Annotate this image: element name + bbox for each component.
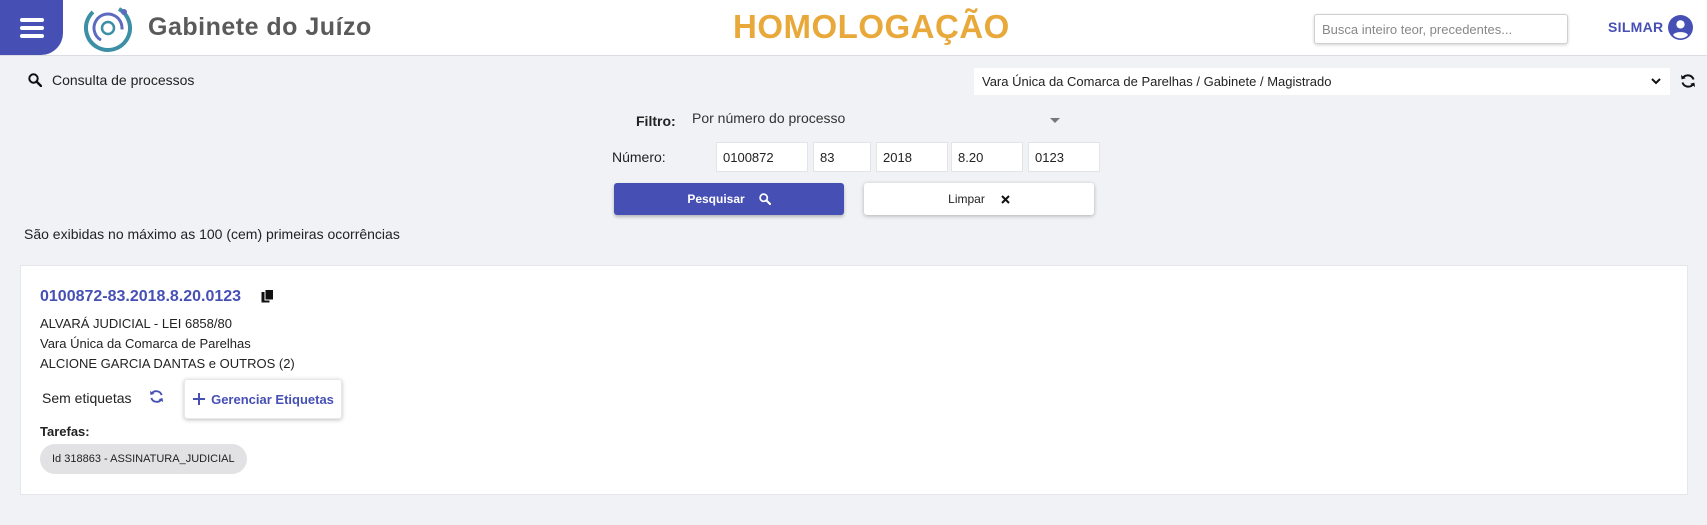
results-limit-note: São exibidas no máximo as 100 (cem) prim…	[24, 226, 400, 242]
manage-tags-label: Gerenciar Etiquetas	[211, 391, 334, 407]
number-sequential-input[interactable]	[716, 142, 808, 172]
consulta-header: Consulta de processos	[28, 72, 194, 88]
copy-icon[interactable]	[261, 289, 274, 303]
filter-select-value: Por número do processo	[692, 110, 846, 126]
number-digit-input[interactable]	[813, 142, 871, 172]
consulta-label: Consulta de processos	[52, 72, 195, 88]
process-parties: ALCIONE GARCIA DANTAS e OUTROS (2)	[40, 356, 295, 371]
app-title: Gabinete do Juízo	[148, 13, 372, 41]
process-number-link[interactable]: 0100872-83.2018.8.20.0123	[40, 288, 241, 306]
refresh-icon[interactable]	[149, 389, 164, 404]
tags-status: Sem etiquetas	[42, 390, 132, 406]
search-icon	[28, 73, 42, 87]
unit-select-value: Vara Única da Comarca de Parelhas / Gabi…	[982, 74, 1332, 89]
manage-tags-button[interactable]: Gerenciar Etiquetas	[184, 379, 342, 419]
search-icon	[758, 193, 771, 205]
number-segment-input[interactable]	[951, 142, 1023, 172]
menu-button[interactable]	[0, 0, 63, 55]
unit-select[interactable]: Vara Única da Comarca de Parelhas / Gabi…	[974, 68, 1670, 95]
chevron-down-icon	[1651, 78, 1661, 85]
number-year-input[interactable]	[876, 142, 948, 172]
clear-button-label: Limpar	[948, 192, 985, 206]
filter-label: Filtro:	[636, 113, 676, 129]
task-chip[interactable]: Id 318863 - ASSINATURA_JUDICIAL	[40, 444, 247, 474]
tasks-label: Tarefas:	[40, 424, 90, 439]
plus-icon	[193, 393, 206, 405]
filter-select[interactable]: Por número do processo	[692, 110, 1070, 132]
process-class: ALVARÁ JUDICIAL - LEI 6858/80	[40, 316, 232, 331]
environment-label: HOMOLOGAÇÃO	[733, 8, 1010, 45]
search-button[interactable]: Pesquisar	[614, 183, 844, 215]
result-card: 0100872-83.2018.8.20.0123 ALVARÁ JUDICIA…	[20, 265, 1688, 495]
search-button-label: Pesquisar	[687, 192, 745, 206]
number-label: Número:	[612, 149, 666, 165]
close-icon	[1001, 194, 1010, 204]
hamburger-icon	[19, 14, 44, 42]
search-input[interactable]	[1314, 14, 1568, 44]
user-name[interactable]: SILMAR	[1608, 19, 1663, 35]
clear-button[interactable]: Limpar	[864, 183, 1094, 215]
app-logo-icon	[84, 3, 132, 52]
process-court: Vara Única da Comarca de Parelhas	[40, 336, 251, 351]
dropdown-arrow-icon	[1050, 118, 1060, 123]
number-origin-input[interactable]	[1028, 142, 1100, 172]
user-avatar-icon[interactable]	[1668, 15, 1693, 40]
top-bar: Gabinete do Juízo HOMOLOGAÇÃO SILMAR	[0, 0, 1707, 56]
refresh-icon[interactable]	[1680, 73, 1696, 89]
